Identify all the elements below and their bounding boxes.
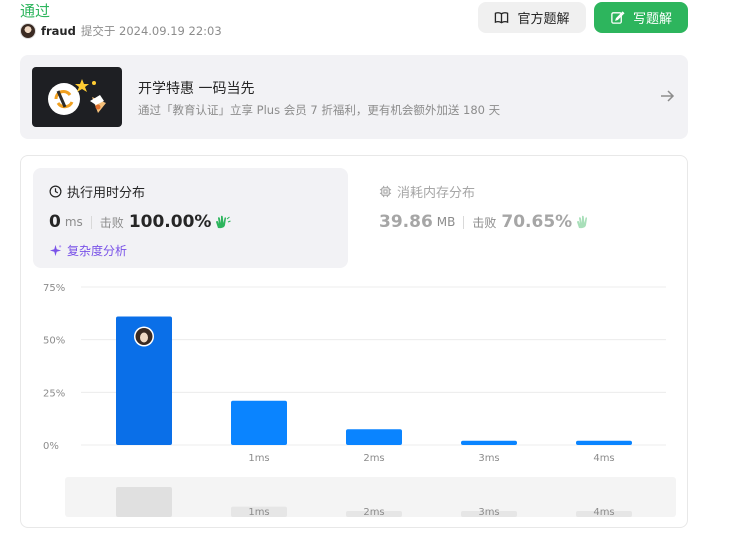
navigator-label: 3ms: [478, 507, 499, 518]
navigator-label: 1ms: [248, 507, 269, 518]
y-tick-label: 0%: [43, 441, 59, 452]
navigator-bar: [116, 487, 172, 517]
promo-banner[interactable]: 开学特惠 一码当先 通过「教育认证」立享 Plus 会员 7 折福利，更有机会额…: [20, 55, 688, 139]
submission-meta: fraud 提交于 2024.09.19 22:03: [20, 22, 222, 40]
runtime-distribution-chart[interactable]: 0% 25% 50% 75% 1ms 2ms 3ms 4ms 1ms 2ms 3ms 4ms: [21, 156, 689, 529]
performance-panel: 执行用时分布 0 ms 击败 100.00% 复杂度分析 消耗内存分布 39.8…: [20, 155, 688, 528]
x-tick-label: 3ms: [478, 453, 499, 464]
x-tick-label: 2ms: [363, 453, 384, 464]
chart-bar[interactable]: [231, 400, 287, 445]
user-marker-avatar: [134, 326, 154, 347]
navigator-label: 2ms: [363, 507, 384, 518]
arrow-right-icon[interactable]: [658, 87, 676, 105]
write-solution-button[interactable]: 写题解: [594, 2, 688, 33]
y-tick-label: 75%: [43, 283, 65, 294]
x-tick-label: 1ms: [248, 453, 269, 464]
write-solution-label: 写题解: [632, 12, 672, 27]
x-tick-label: 4ms: [593, 453, 614, 464]
navigator-label: 4ms: [593, 507, 614, 518]
chart-bar[interactable]: [461, 440, 517, 445]
avatar-face: [140, 332, 148, 343]
promo-title: 开学特惠 一码当先: [138, 81, 255, 97]
y-tick-label: 25%: [43, 388, 65, 399]
submission-status: 通过: [20, 2, 51, 20]
official-solution-label: 官方题解: [517, 12, 570, 27]
chart-bar[interactable]: [576, 440, 632, 445]
y-tick-label: 50%: [43, 336, 65, 347]
chart-bar[interactable]: [346, 429, 402, 445]
submitted-time: 提交于 2024.09.19 22:03: [80, 24, 222, 38]
edit-icon: [611, 11, 625, 24]
official-solution-button[interactable]: 官方题解: [478, 2, 586, 33]
book-icon: [495, 12, 509, 24]
user-avatar[interactable]: [20, 23, 36, 39]
promo-image: [32, 67, 122, 127]
promo-subtitle: 通过「教育认证」立享 Plus 会员 7 折福利，更有机会额外加送 180 天: [138, 103, 501, 117]
username-link[interactable]: fraud: [41, 24, 76, 38]
